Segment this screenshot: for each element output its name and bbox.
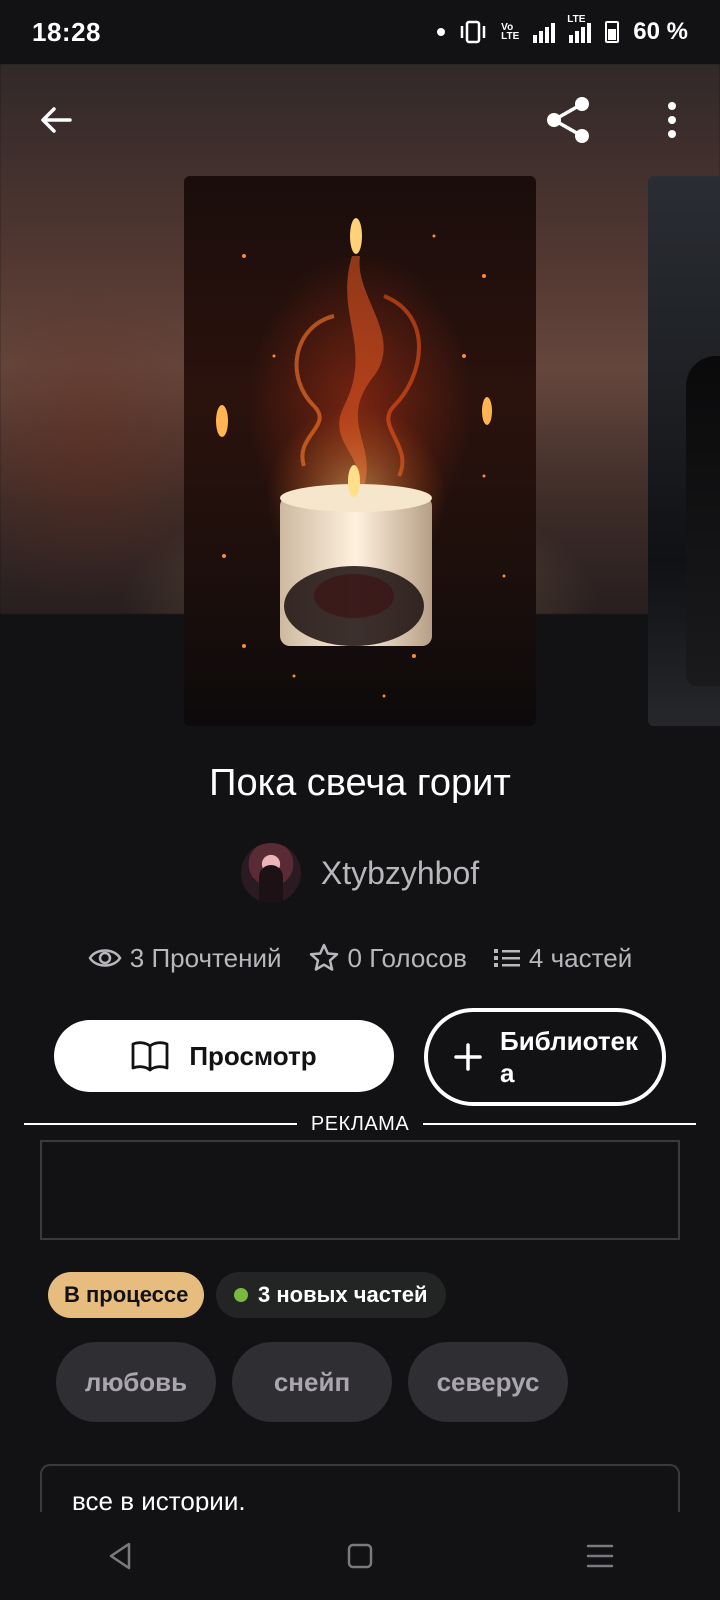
toolbar <box>0 64 720 176</box>
ad-banner[interactable] <box>40 1140 680 1240</box>
new-indicator-icon <box>234 1288 248 1302</box>
book-open-icon <box>131 1041 169 1072</box>
signal-icon <box>533 21 556 43</box>
next-story-cover[interactable] <box>648 176 720 726</box>
author-row[interactable]: Xtybzyhbof <box>0 843 720 903</box>
back-button[interactable] <box>28 92 84 148</box>
status-bar: 18:28 Vo LTE LTE 60 % <box>0 0 720 64</box>
nav-recents-button[interactable] <box>570 1526 630 1586</box>
add-to-library-button[interactable]: Библиотека <box>424 1008 666 1106</box>
divider <box>423 1123 697 1125</box>
stat-parts: 4 частей <box>493 943 632 974</box>
eye-icon <box>88 949 122 967</box>
signal-lte-icon: LTE <box>567 15 592 43</box>
arrow-left-icon <box>41 107 72 133</box>
tags-list: любовь снейп северус <box>56 1342 568 1422</box>
star-icon <box>309 943 338 971</box>
square-home-icon <box>347 1543 373 1569</box>
read-button-label: Просмотр <box>189 1040 317 1071</box>
nav-home-button[interactable] <box>330 1526 390 1586</box>
status-badge-label: В процессе <box>64 1282 189 1307</box>
status-badge: В процессе <box>48 1272 205 1318</box>
next-cover-figure <box>686 356 720 686</box>
tag-chip[interactable]: северус <box>408 1342 568 1422</box>
status-icons: Vo LTE LTE 60 % <box>437 15 688 46</box>
menu-lines-icon <box>586 1544 614 1568</box>
share-icon <box>547 97 589 143</box>
story-stats: 3 Прочтений 0 Голосов 4 частей <box>0 942 720 974</box>
battery-percent: 60 % <box>633 18 688 45</box>
volte-icon: Vo LTE <box>501 22 520 42</box>
author-name[interactable]: Xtybzyhbof <box>321 855 479 892</box>
votes-count: 0 Голосов <box>347 942 467 973</box>
new-parts-label: 3 новых частей <box>258 1282 428 1307</box>
ad-separator: РЕКЛАМА <box>24 1112 697 1136</box>
story-cover-image[interactable] <box>184 176 536 726</box>
story-details-screen: 18:28 Vo LTE LTE 60 % Пока свеча горит X… <box>0 0 720 1600</box>
new-parts-badge: 3 новых частей <box>216 1272 446 1318</box>
more-vertical-icon <box>668 102 676 138</box>
more-options-button[interactable] <box>644 92 700 148</box>
avatar[interactable] <box>240 843 301 903</box>
plus-icon <box>454 1043 482 1071</box>
read-button[interactable]: Просмотр <box>54 1020 394 1092</box>
battery-icon <box>605 21 620 43</box>
stat-votes: 0 Голосов <box>308 942 467 974</box>
triangle-back-icon <box>109 1542 131 1570</box>
list-icon <box>493 949 520 967</box>
candle-illustration <box>216 218 506 698</box>
tag-chip[interactable]: любовь <box>56 1342 216 1422</box>
ad-label: РЕКЛАМА <box>310 1112 410 1135</box>
parts-count: 4 частей <box>528 942 633 973</box>
tag-chip[interactable]: снейп <box>232 1342 392 1422</box>
vibrate-icon <box>460 20 486 44</box>
stat-reads: 3 Прочтений <box>88 943 282 974</box>
lte-label: LTE <box>567 14 586 25</box>
divider <box>24 1123 297 1125</box>
nav-back-button[interactable] <box>90 1526 150 1586</box>
system-nav-bar <box>0 1512 720 1600</box>
library-button-label: Библиотека <box>500 1026 639 1088</box>
share-button[interactable] <box>540 92 596 148</box>
reads-count: 3 Прочтений <box>129 942 282 973</box>
status-time: 18:28 <box>32 16 101 47</box>
story-title: Пока свеча горит <box>209 762 511 804</box>
notification-dot-icon <box>437 28 446 36</box>
